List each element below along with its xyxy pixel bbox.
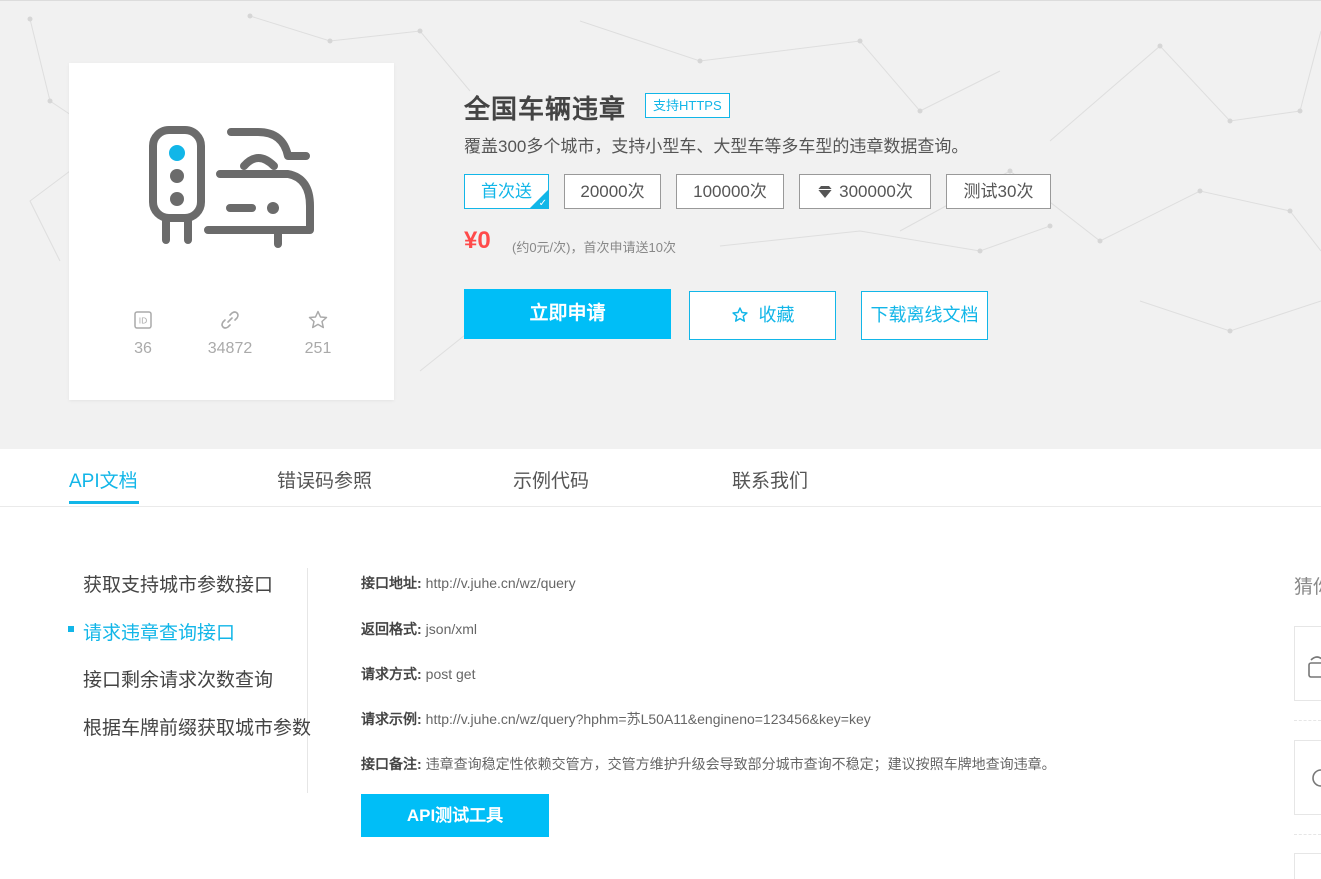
detail-method: 请求方式: post get [361,664,476,684]
package-label: 首次送 [481,182,532,201]
package-option-100000[interactable]: 100000次 [676,174,784,209]
stat-link-value: 34872 [207,340,253,357]
package-option-free[interactable]: 首次送 ✓ [464,174,549,209]
sidenav-item-plate-prefix-city[interactable]: 根据车牌前缀获取城市参数 [83,713,311,740]
package-option-test[interactable]: 测试30次 [946,174,1051,209]
favorite-button[interactable]: 收藏 [689,291,836,340]
link-icon [221,311,239,329]
recommend-card[interactable] [1294,853,1321,879]
favorite-label: 收藏 [758,305,795,325]
traffic-light-car-icon [149,126,314,248]
product-hero: ID 36 34872 251 全国车辆违章 支持HTTPS 覆盖300多个城市… [0,0,1321,449]
diamond-icon [818,186,833,198]
detail-value: post get [425,666,476,682]
divider [1294,720,1321,721]
detail-label: 请求方式: [361,666,422,682]
package-option-20000[interactable]: 20000次 [564,174,661,209]
https-badge: 支持HTTPS [645,93,730,118]
package-label: 300000次 [839,182,913,201]
stat-id-value: 36 [134,340,152,357]
tab-bar: API文档 错误码参照 示例代码 联系我们 [0,449,1321,507]
api-sidenav: 获取支持城市参数接口 请求违章查询接口 接口剩余请求次数查询 根据车牌前缀获取城… [68,568,311,793]
detail-endpoint: 接口地址: http://v.juhe.cn/wz/query [361,573,576,593]
price-note: (约0元/次)，首次申请送10次 [512,240,676,255]
id-icon: ID [134,311,152,329]
svg-text:ID: ID [139,317,148,326]
divider [1294,834,1321,835]
sidenav-item-remaining-requests[interactable]: 接口剩余请求次数查询 [83,665,273,692]
product-title: 全国车辆违章 [464,94,627,124]
detail-remark: 接口备注: 违章查询稳定性依赖交管方，交管方维护升级会导致部分城市查询不稳定；建议… [361,754,1056,774]
tab-error-codes[interactable]: 错误码参照 [277,466,372,493]
package-option-300000[interactable]: 300000次 [799,174,931,209]
stat-link: 34872 [190,309,270,358]
clock-icon [1312,769,1321,787]
stat-star-value: 251 [304,340,332,357]
price-amount: ¥0 [464,227,491,254]
recommend-card[interactable] [1294,740,1321,815]
stat-id: ID 36 [103,309,183,358]
star-icon [308,310,328,329]
star-icon [731,307,748,322]
active-nav-indicator [68,626,74,632]
detail-example: 请求示例: http://v.juhe.cn/wz/query?hphm=苏L50… [361,709,871,729]
detail-label: 接口地址: [361,575,422,591]
package-label: 20000次 [580,182,645,201]
detail-label: 接口备注: [361,756,422,772]
tab-api-doc[interactable]: API文档 [69,466,138,493]
detail-format: 返回格式: json/xml [361,619,477,639]
product-card: ID 36 34872 251 [69,63,394,400]
sidenav-item-city-params[interactable]: 获取支持城市参数接口 [83,570,273,597]
detail-value: http://v.juhe.cn/wz/query?hphm=苏L50A11&e… [425,711,871,727]
detail-value: http://v.juhe.cn/wz/query [425,575,576,591]
detail-label: 返回格式: [361,621,422,637]
package-label: 100000次 [693,182,767,201]
detail-value: 违章查询稳定性依赖交管方，交管方维护升级会导致部分城市查询不稳定；建议按照车牌地… [425,756,1056,772]
recommend-card[interactable] [1294,626,1321,701]
api-test-tool-button[interactable]: API测试工具 [361,794,549,837]
tab-contact[interactable]: 联系我们 [732,466,808,493]
detail-value: json/xml [425,621,478,637]
active-tab-indicator [69,501,139,504]
checkmark-icon: ✓ [538,198,547,209]
download-doc-button[interactable]: 下载离线文档 [861,291,988,340]
tab-sample-code[interactable]: 示例代码 [513,466,589,493]
stat-star: 251 [278,309,358,358]
detail-label: 请求示例: [361,711,422,727]
guess-you-like-title: 猜你 [1294,577,1321,598]
package-label: 测试30次 [963,182,1034,201]
sidenav-item-violation-query[interactable]: 请求违章查询接口 [83,618,235,645]
product-subtitle: 覆盖300多个城市，支持小型车、大型车等多车型的违章数据查询。 [464,137,969,156]
apply-button[interactable]: 立即申请 [464,289,671,339]
lock-icon [1308,656,1321,678]
